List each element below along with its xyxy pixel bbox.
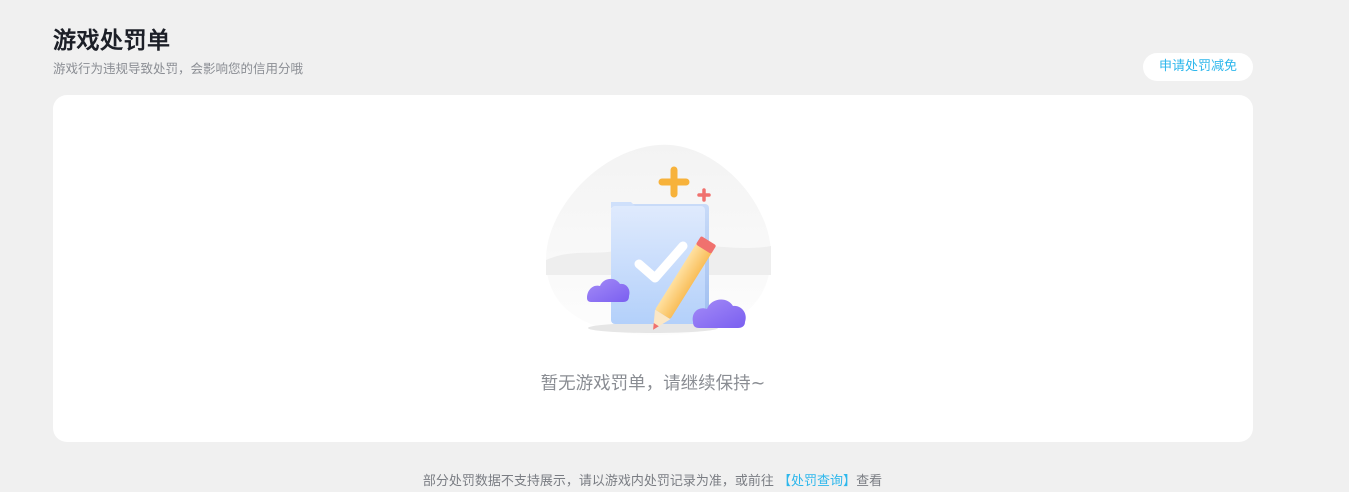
empty-state-message: 暂无游戏罚单，请继续保持~ — [540, 374, 766, 394]
footer-note: 部分处罚数据不支持展示，请以游戏内处罚记录为准，或前往 【处罚查询】查看 — [0, 473, 1305, 491]
page-title: 游戏处罚单 — [53, 28, 171, 54]
page-subtitle: 游戏行为违规导致处罚，会影响您的信用分哦 — [53, 61, 304, 76]
checklist-pencil-icon — [546, 144, 771, 335]
footer-note-suffix: 查看 — [856, 474, 883, 489]
footer-note-text: 部分处罚数据不支持展示，请以游戏内处罚记录为准，或前往 — [422, 474, 779, 489]
apply-reduction-button[interactable]: 申请处罚减免 — [1143, 53, 1253, 81]
penalty-query-link[interactable]: 【处罚查询】 — [778, 474, 856, 489]
penalty-list-card: 暂无游戏罚单，请继续保持~ — [53, 95, 1253, 442]
